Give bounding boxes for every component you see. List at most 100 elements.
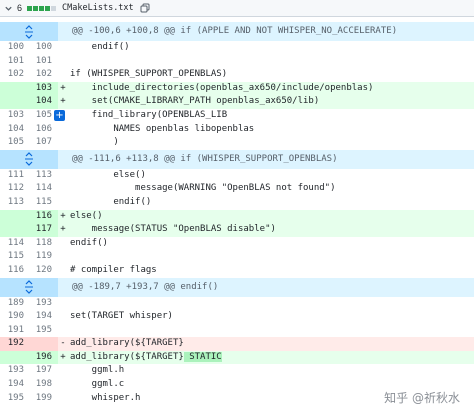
diff-sign: + xyxy=(60,82,66,93)
code-line: else() xyxy=(68,210,474,224)
diff-table: @@ -100,6 +100,8 @@ if (APPLE AND NOT WH… xyxy=(0,22,474,405)
context-line: 111 113 else() xyxy=(0,169,474,183)
deleted-line: 192 - add_library(${TARGET} xyxy=(0,337,474,351)
code-text: endif() xyxy=(70,196,152,207)
diff-sign xyxy=(58,123,68,137)
old-line-number[interactable]: 102 xyxy=(0,68,30,82)
code-line: message(WARNING "OpenBLAS not found") xyxy=(68,182,474,196)
diff-sign: - xyxy=(60,338,66,349)
highlighted-change: STATIC xyxy=(183,351,222,362)
context-line: 103 105 find_library(OPENBLAS_LIB xyxy=(0,109,474,123)
new-line-number[interactable]: 115 xyxy=(30,196,58,210)
code-line: message(STATUS "OpenBLAS disable") xyxy=(68,223,474,237)
expand-lines-icon[interactable] xyxy=(0,149,58,169)
new-line-number[interactable]: 119 xyxy=(30,250,58,264)
new-line-number[interactable]: 102 xyxy=(30,68,58,82)
new-line-number[interactable]: 100 xyxy=(30,41,58,55)
old-line-number[interactable]: 101 xyxy=(0,55,30,69)
watermark: 知乎 @祈秋水 xyxy=(384,389,460,406)
hunk-header-text: @@ -189,7 +193,7 @@ endif() xyxy=(72,281,219,292)
add-comment-button[interactable]: + xyxy=(54,110,65,121)
old-line-number[interactable]: 190 xyxy=(0,310,30,324)
new-line-number[interactable]: 199 xyxy=(30,392,58,406)
new-line-number[interactable]: 103 xyxy=(30,81,58,96)
new-line-number[interactable]: 118 xyxy=(30,237,58,251)
old-line-number[interactable] xyxy=(0,81,30,96)
old-line-number[interactable]: 193 xyxy=(0,364,30,378)
chevron-down-icon[interactable] xyxy=(3,3,14,14)
old-line-number[interactable]: 191 xyxy=(0,324,30,338)
hunk-header: @@ -189,7 +193,7 @@ endif() xyxy=(0,277,474,297)
file-name[interactable]: CMakeLists.txt xyxy=(62,3,134,13)
new-line-number[interactable]: 114 xyxy=(30,182,58,196)
new-line-number[interactable]: 196 xyxy=(30,350,58,365)
new-line-number[interactable]: 195 xyxy=(30,324,58,338)
code-text: add_library(${TARGET} xyxy=(70,351,184,362)
code-text: else() xyxy=(70,210,103,221)
new-line-number[interactable]: 194 xyxy=(30,310,58,324)
code-line: add_library(${TARGET} STATIC xyxy=(68,351,474,365)
new-line-number[interactable]: 193 xyxy=(30,297,58,311)
context-line: 114 118 endif() xyxy=(0,237,474,251)
context-line: 105 107 ) xyxy=(0,136,474,150)
context-line: 102 102 if (WHISPER_SUPPORT_OPENBLAS) xyxy=(0,68,474,82)
old-line-number[interactable] xyxy=(0,223,30,237)
old-line-number[interactable]: 189 xyxy=(0,297,30,311)
new-line-number[interactable]: 101 xyxy=(30,55,58,69)
context-line: 115 119 xyxy=(0,250,474,264)
new-line-number[interactable]: 116 xyxy=(30,209,58,224)
old-line-number[interactable]: 112 xyxy=(0,182,30,196)
diff-sign: + xyxy=(60,210,66,221)
code-text: add_library(${TARGET} xyxy=(70,338,184,349)
new-line-number[interactable]: 117 xyxy=(30,223,58,237)
new-line-number[interactable]: 107 xyxy=(30,136,58,150)
old-line-number[interactable]: 114 xyxy=(0,237,30,251)
context-line: 112 114 message(WARNING "OpenBLAS not fou… xyxy=(0,182,474,196)
code-text: endif() xyxy=(70,42,130,52)
old-line-number[interactable]: 103 xyxy=(0,109,30,123)
diff-sign xyxy=(58,68,68,82)
old-line-number[interactable] xyxy=(0,95,30,109)
added-line: 117 + message(STATUS "OpenBLAS disable") xyxy=(0,223,474,237)
code-text: NAMES openblas libopenblas xyxy=(70,123,255,134)
old-line-number[interactable]: 115 xyxy=(0,250,30,264)
new-line-number[interactable]: 106 xyxy=(30,123,58,137)
old-line-number[interactable]: 111 xyxy=(0,169,30,183)
context-line: 190 194 set(TARGET whisper) xyxy=(0,310,474,324)
old-line-number[interactable]: 194 xyxy=(0,378,30,392)
code-text: whisper.h xyxy=(70,392,141,403)
copy-icon[interactable] xyxy=(140,3,151,14)
new-line-number[interactable]: 120 xyxy=(30,264,58,278)
old-line-number[interactable]: 104 xyxy=(0,123,30,137)
code-line: find_library(OPENBLAS_LIB xyxy=(68,109,474,123)
new-line-number[interactable]: 198 xyxy=(30,378,58,392)
code-line: NAMES openblas libopenblas xyxy=(68,123,474,137)
code-line: set(TARGET whisper) xyxy=(68,310,474,324)
expand-lines-icon[interactable] xyxy=(0,22,58,41)
added-line: 196 + add_library(${TARGET} STATIC xyxy=(0,350,474,365)
old-line-number[interactable]: 100 xyxy=(0,41,30,55)
code-text: ggml.c xyxy=(70,379,125,390)
new-line-number[interactable] xyxy=(30,337,58,351)
old-line-number[interactable]: 105 xyxy=(0,136,30,150)
code-line: endif() xyxy=(68,196,474,210)
old-line-number[interactable]: 192 xyxy=(0,337,30,351)
old-line-number[interactable] xyxy=(0,350,30,365)
code-text: ggml.h xyxy=(70,365,125,376)
new-line-number[interactable]: 113 xyxy=(30,169,58,183)
new-line-number[interactable]: 104 xyxy=(30,95,58,109)
old-line-number[interactable]: 116 xyxy=(0,264,30,278)
old-line-number[interactable]: 113 xyxy=(0,196,30,210)
diff-sign: + xyxy=(60,351,66,362)
old-line-number[interactable] xyxy=(0,209,30,224)
code-text: ) xyxy=(70,137,119,148)
new-line-number[interactable]: 197 xyxy=(30,364,58,378)
context-line: 116 120 # compiler flags xyxy=(0,264,474,278)
expand-lines-icon[interactable] xyxy=(0,277,58,297)
context-line: 104 106 NAMES openblas libopenblas xyxy=(0,123,474,137)
hunk-header: @@ -100,6 +100,8 @@ if (APPLE AND NOT WH… xyxy=(0,22,474,41)
diff-sign xyxy=(58,55,68,69)
added-line: 103 + include_directories(openblas_ax650/… xyxy=(0,81,474,96)
old-line-number[interactable]: 195 xyxy=(0,392,30,406)
